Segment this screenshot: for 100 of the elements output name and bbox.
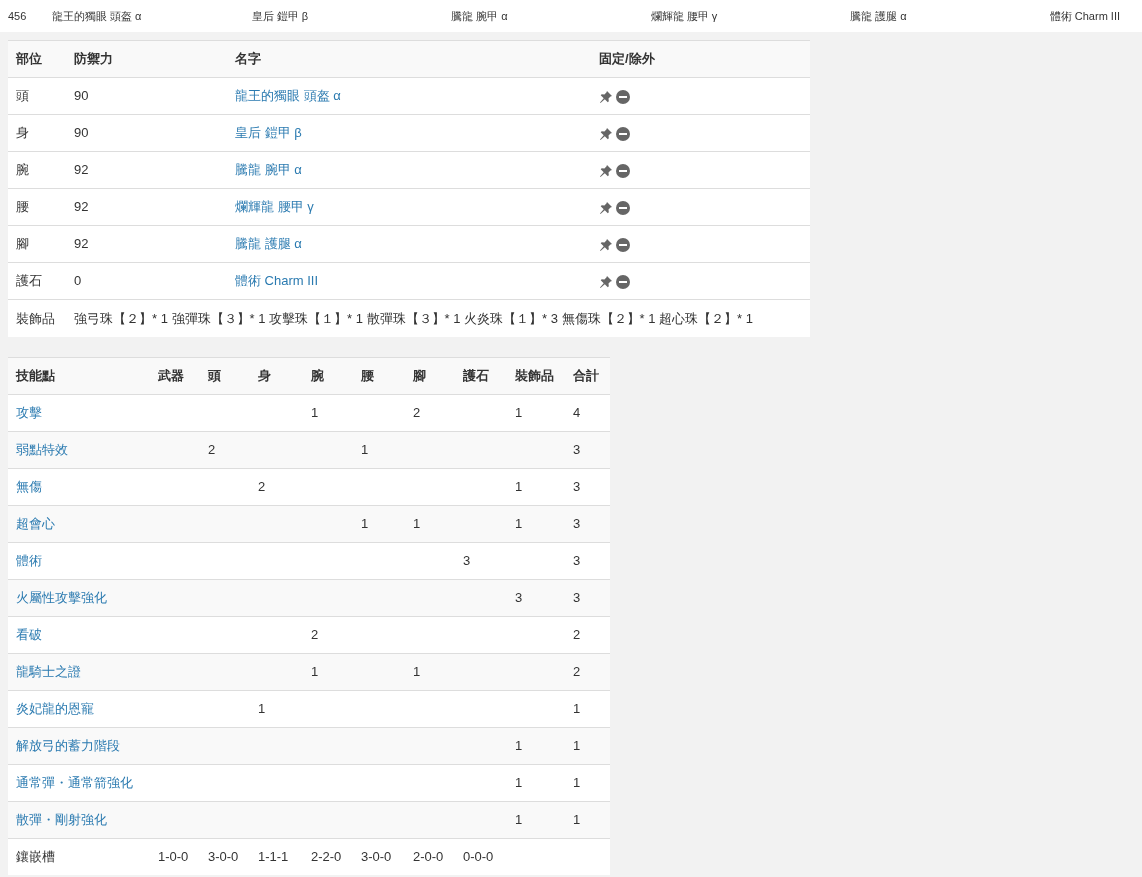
- table-cell: 1: [413, 663, 421, 679]
- table-cell: 腕: [16, 162, 29, 178]
- armor-link[interactable]: 爛輝龍 腰甲 γ: [235, 199, 314, 215]
- table-cell: 1: [361, 515, 369, 531]
- table-cell: 0-0-0: [463, 849, 494, 864]
- table-cell: 1: [515, 515, 523, 531]
- table-cell: 2: [413, 404, 421, 420]
- table-cell: 90: [74, 125, 89, 141]
- table-cell: 3: [573, 441, 581, 457]
- armor-link[interactable]: 騰龍 護腿 α: [235, 236, 302, 252]
- skill-link[interactable]: 攻擊: [16, 404, 42, 420]
- table-cell: 90: [74, 88, 89, 104]
- table-cell: 1: [515, 774, 523, 790]
- column-header: 技能點: [16, 367, 55, 383]
- remove-icon[interactable]: [616, 89, 630, 104]
- skill-link[interactable]: 弱點特效: [16, 441, 68, 457]
- equipment-name: 爛輝龍 腰甲 γ: [650, 8, 719, 24]
- table-cell: 92: [74, 199, 89, 215]
- skill-link[interactable]: 體術: [16, 552, 42, 568]
- table-cell: 2-2-0: [311, 849, 342, 864]
- table-cell: 2: [573, 626, 581, 642]
- table-cell: 1: [258, 700, 266, 716]
- table-cell: 腰: [16, 199, 29, 215]
- equipment-name: 騰龍 腕甲 α: [451, 8, 509, 24]
- table-cell: 護石: [16, 273, 42, 289]
- table-cell: 1-1-1: [258, 849, 289, 864]
- table-cell: 3: [573, 552, 581, 568]
- armor-link[interactable]: 騰龍 腕甲 α: [235, 162, 302, 178]
- table-cell: 1: [515, 404, 523, 420]
- column-header: 頭: [208, 367, 221, 383]
- skill-link[interactable]: 通常彈・通常箭強化: [16, 774, 133, 790]
- table-cell: 鑲嵌槽: [16, 849, 55, 864]
- column-header: 腕: [311, 367, 324, 383]
- table-cell: 1: [413, 515, 421, 531]
- column-header: 名字: [235, 51, 261, 67]
- pin-icon[interactable]: [599, 163, 613, 178]
- table-cell: 2-0-0: [413, 849, 444, 864]
- column-header: 腳: [413, 367, 426, 383]
- remove-icon[interactable]: [616, 237, 630, 252]
- pin-icon[interactable]: [599, 237, 613, 252]
- table-cell: 3-0-0: [361, 849, 392, 864]
- equipment-name: 騰龍 護腿 α: [850, 8, 908, 24]
- table-cell: 4: [573, 404, 581, 420]
- column-header: 合計: [573, 367, 599, 383]
- table-cell: 2: [311, 626, 319, 642]
- pin-icon[interactable]: [599, 126, 613, 141]
- table-cell: 1: [573, 811, 581, 827]
- table-cell: 頭: [16, 88, 29, 104]
- armor-link[interactable]: 皇后 鎧甲 β: [235, 125, 302, 141]
- table-cell: 2: [573, 663, 581, 679]
- table-cell: 92: [74, 236, 89, 252]
- table-cell: 2: [208, 441, 216, 457]
- skill-link[interactable]: 龍騎士之證: [16, 663, 81, 679]
- table-cell: 1: [515, 811, 523, 827]
- table-cell: 1: [515, 737, 523, 753]
- table-cell: 3-0-0: [208, 849, 239, 864]
- table-cell: 身: [16, 125, 29, 141]
- equipment-name: 龍王的獨眼 頭盔 α: [52, 8, 143, 24]
- skill-link[interactable]: 無傷: [16, 478, 42, 494]
- armor-link[interactable]: 龍王的獨眼 頭盔 α: [235, 88, 341, 104]
- column-header: 固定/除外: [599, 51, 655, 67]
- column-header: 身: [258, 367, 271, 383]
- pin-icon[interactable]: [599, 200, 613, 215]
- table-cell: 2: [258, 478, 266, 494]
- remove-icon[interactable]: [616, 126, 630, 141]
- build-number: 456: [8, 8, 28, 24]
- table-cell: 3: [463, 552, 471, 568]
- table-cell: 92: [74, 162, 89, 178]
- equipment-name: 皇后 鎧甲 β: [251, 8, 309, 24]
- column-header: 防禦力: [74, 51, 113, 67]
- table-cell: 1: [361, 441, 369, 457]
- table-cell: 1: [311, 404, 319, 420]
- table-cell: 3: [573, 478, 581, 494]
- table-cell: 腳: [16, 236, 29, 252]
- remove-icon[interactable]: [616, 274, 630, 289]
- table-cell: 1: [573, 737, 581, 753]
- column-header: 腰: [361, 367, 374, 383]
- table-cell: 3: [573, 515, 581, 531]
- column-header: 部位: [16, 51, 42, 67]
- column-header: 裝飾品: [515, 367, 554, 383]
- skill-link[interactable]: 炎妃龍的恩寵: [16, 700, 94, 716]
- pin-icon[interactable]: [599, 89, 613, 104]
- table-cell: 0: [74, 273, 82, 289]
- pin-icon[interactable]: [599, 274, 613, 289]
- table-cell: 1: [573, 774, 581, 790]
- table-cell: 3: [515, 589, 523, 605]
- equipment-name: 體術 Charm III: [1049, 8, 1122, 24]
- remove-icon[interactable]: [616, 163, 630, 178]
- table-cell: 裝飾品: [16, 310, 55, 326]
- armor-link[interactable]: 體術 Charm III: [235, 273, 319, 289]
- skill-link[interactable]: 看破: [16, 626, 42, 642]
- table-cell: 1-0-0: [158, 849, 189, 864]
- decoration-list: 強弓珠【２】* 1 強彈珠【３】* 1 攻擊珠【１】* 1 散彈珠【３】* 1 火炎珠【１】* 3 無傷珠【２】* 1 超心珠【２】* 1: [74, 310, 753, 326]
- column-header: 武器: [158, 367, 184, 383]
- table-cell: 1: [311, 663, 319, 679]
- column-header: 護石: [463, 367, 489, 383]
- remove-icon[interactable]: [616, 200, 630, 215]
- table-cell: 1: [573, 700, 581, 716]
- skill-link[interactable]: 超會心: [16, 515, 55, 531]
- table-cell: 1: [515, 478, 523, 494]
